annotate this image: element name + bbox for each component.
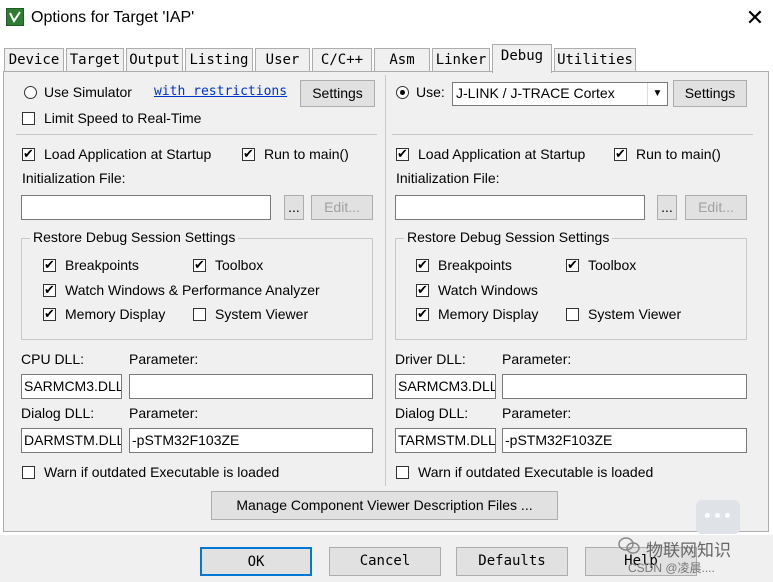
column-divider xyxy=(385,75,386,486)
tab-user[interactable]: User xyxy=(255,48,310,72)
debugger-settings-button[interactable]: Settings xyxy=(673,80,747,107)
left-memory-label: Memory Display xyxy=(65,306,166,322)
left-dialog-dll-label: Dialog DLL: xyxy=(21,405,95,421)
left-run-to-main-label: Run to main() xyxy=(264,146,349,162)
use-label: Use: xyxy=(416,84,445,100)
right-warn-label: Warn if outdated Executable is loaded xyxy=(418,464,654,480)
right-init-file-input[interactable] xyxy=(395,195,645,220)
left-system-viewer-checkbox[interactable] xyxy=(193,308,206,321)
watermark: 物联网知识 CSDN @凌晨.... xyxy=(618,500,768,580)
limit-speed-checkbox[interactable] xyxy=(22,112,35,125)
left-memory-checkbox[interactable] xyxy=(43,305,56,323)
right-run-to-main-checkbox[interactable] xyxy=(614,145,627,163)
right-dialog-dll-label: Dialog DLL: xyxy=(395,405,469,421)
left-watch-label: Watch Windows & Performance Analyzer xyxy=(65,282,320,298)
debugger-select-value: J-LINK / J-TRACE Cortex xyxy=(456,85,615,101)
cpu-dll-label: CPU DLL: xyxy=(21,351,85,367)
tab-linker[interactable]: Linker xyxy=(432,48,490,72)
left-load-app-label: Load Application at Startup xyxy=(44,146,212,162)
tab-c-cpp[interactable]: C/C++ xyxy=(312,48,372,72)
right-breakpoints-checkbox[interactable] xyxy=(416,256,429,274)
left-toolbox-checkbox[interactable] xyxy=(193,256,206,274)
right-watch-checkbox[interactable] xyxy=(416,281,429,299)
left-warn-checkbox[interactable] xyxy=(22,466,35,479)
tab-utilities[interactable]: Utilities xyxy=(554,48,636,72)
left-system-viewer-label: System Viewer xyxy=(215,306,309,322)
right-init-file-label: Initialization File: xyxy=(396,170,500,186)
right-restore-title: Restore Debug Session Settings xyxy=(404,229,613,245)
manage-component-viewer-button[interactable]: Manage Component Viewer Description File… xyxy=(211,491,558,520)
right-watch-label: Watch Windows xyxy=(438,282,538,298)
right-toolbox-checkbox[interactable] xyxy=(566,256,579,274)
defaults-button[interactable]: Defaults xyxy=(456,547,568,576)
left-init-file-label: Initialization File: xyxy=(22,170,126,186)
tab-target[interactable]: Target xyxy=(66,48,124,72)
cpu-param-input[interactable] xyxy=(129,374,373,399)
tab-listing[interactable]: Listing xyxy=(185,48,253,72)
use-debugger-radio[interactable] xyxy=(396,86,409,99)
ok-button[interactable]: OK xyxy=(200,547,312,576)
left-watch-checkbox[interactable] xyxy=(43,281,56,299)
left-warn-label: Warn if outdated Executable is loaded xyxy=(44,464,280,480)
with-restrictions-link[interactable]: with restrictions xyxy=(154,84,287,99)
left-dialog-param-label: Parameter: xyxy=(129,405,199,421)
left-run-to-main-checkbox[interactable] xyxy=(242,145,255,163)
limit-speed-label: Limit Speed to Real-Time xyxy=(44,110,202,126)
chevron-down-icon[interactable]: ▼ xyxy=(647,83,667,105)
left-load-app-checkbox[interactable] xyxy=(22,145,35,163)
right-memory-checkbox[interactable] xyxy=(416,305,429,323)
left-breakpoints-label: Breakpoints xyxy=(65,257,139,273)
right-warn-checkbox[interactable] xyxy=(396,466,409,479)
wechat-icon xyxy=(618,537,640,555)
close-icon[interactable]: ✕ xyxy=(745,7,765,29)
right-browse-button[interactable]: ... xyxy=(657,195,677,220)
left-dialog-param-input[interactable]: -pSTM32F103ZE xyxy=(129,428,373,453)
right-dialog-param-label: Parameter: xyxy=(502,405,572,421)
title-bar: Options for Target 'IAP' ✕ xyxy=(0,0,773,38)
use-simulator-radio[interactable] xyxy=(24,86,37,99)
right-separator xyxy=(392,134,753,135)
cpu-dll-input[interactable]: SARMCM3.DLL xyxy=(21,374,122,399)
right-load-app-checkbox[interactable] xyxy=(396,145,409,163)
left-edit-button[interactable]: Edit... xyxy=(311,195,373,220)
tab-asm[interactable]: Asm xyxy=(374,48,430,72)
left-separator xyxy=(16,134,377,135)
tab-debug[interactable]: Debug xyxy=(492,44,552,73)
cancel-button[interactable]: Cancel xyxy=(329,547,441,576)
right-dialog-dll-input[interactable]: TARMSTM.DLL xyxy=(395,428,496,453)
right-toolbox-label: Toolbox xyxy=(588,257,637,273)
right-breakpoints-label: Breakpoints xyxy=(438,257,512,273)
tab-strip: Device Target Output Listing User C/C++ … xyxy=(0,42,773,73)
debugger-select[interactable]: J-LINK / J-TRACE Cortex ▼ xyxy=(452,82,668,106)
keil-logo-icon xyxy=(6,8,24,26)
right-load-app-label: Load Application at Startup xyxy=(418,146,586,162)
left-dialog-dll-input[interactable]: DARMSTM.DLL xyxy=(21,428,122,453)
right-system-viewer-checkbox[interactable] xyxy=(566,308,579,321)
right-system-viewer-label: System Viewer xyxy=(588,306,682,322)
tab-output[interactable]: Output xyxy=(126,48,183,72)
right-run-to-main-label: Run to main() xyxy=(636,146,721,162)
watermark-line1: 物联网知识 xyxy=(646,541,731,560)
left-restore-title: Restore Debug Session Settings xyxy=(30,229,239,245)
use-simulator-label: Use Simulator xyxy=(44,84,132,100)
left-browse-button[interactable]: ... xyxy=(284,195,304,220)
right-dialog-param-input[interactable]: -pSTM32F103ZE xyxy=(502,428,747,453)
simulator-settings-button[interactable]: Settings xyxy=(300,80,375,107)
watermark-line2: CSDN @凌晨.... xyxy=(628,561,715,575)
driver-dll-label: Driver DLL: xyxy=(395,351,466,367)
left-init-file-input[interactable] xyxy=(21,195,271,220)
driver-dll-input[interactable]: SARMCM3.DLL xyxy=(395,374,496,399)
right-edit-button[interactable]: Edit... xyxy=(685,195,747,220)
cpu-param-label: Parameter: xyxy=(129,351,199,367)
left-breakpoints-checkbox[interactable] xyxy=(43,256,56,274)
driver-param-input[interactable] xyxy=(502,374,747,399)
left-toolbox-label: Toolbox xyxy=(215,257,264,273)
tab-device[interactable]: Device xyxy=(4,48,64,72)
window-title: Options for Target 'IAP' xyxy=(31,9,195,26)
right-memory-label: Memory Display xyxy=(438,306,539,322)
chat-bubble-icon xyxy=(696,500,740,534)
driver-param-label: Parameter: xyxy=(502,351,572,367)
